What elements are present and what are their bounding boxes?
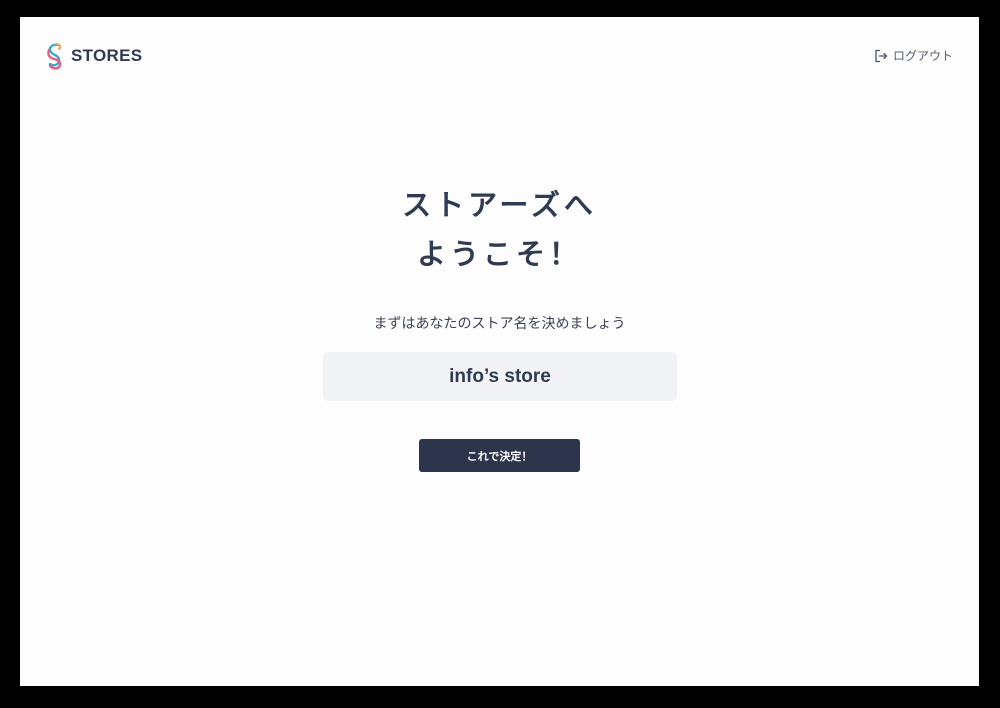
welcome-title-line2: ようこそ！ [416,237,582,271]
welcome-panel: ストアーズへ ようこそ！ まずはあなたのストア名を決めましょう これで決定！ [20,17,979,686]
store-name-instruction: まずはあなたのストア名を決めましょう [373,316,626,332]
confirm-button[interactable]: これで決定！ [419,439,580,472]
store-name-input[interactable] [323,352,677,401]
welcome-title-line1: ストアーズへ [402,188,597,222]
app-window: STORES ログアウト ストアーズへ ようこそ！ まずはあなたのストア名を決め… [20,17,979,686]
